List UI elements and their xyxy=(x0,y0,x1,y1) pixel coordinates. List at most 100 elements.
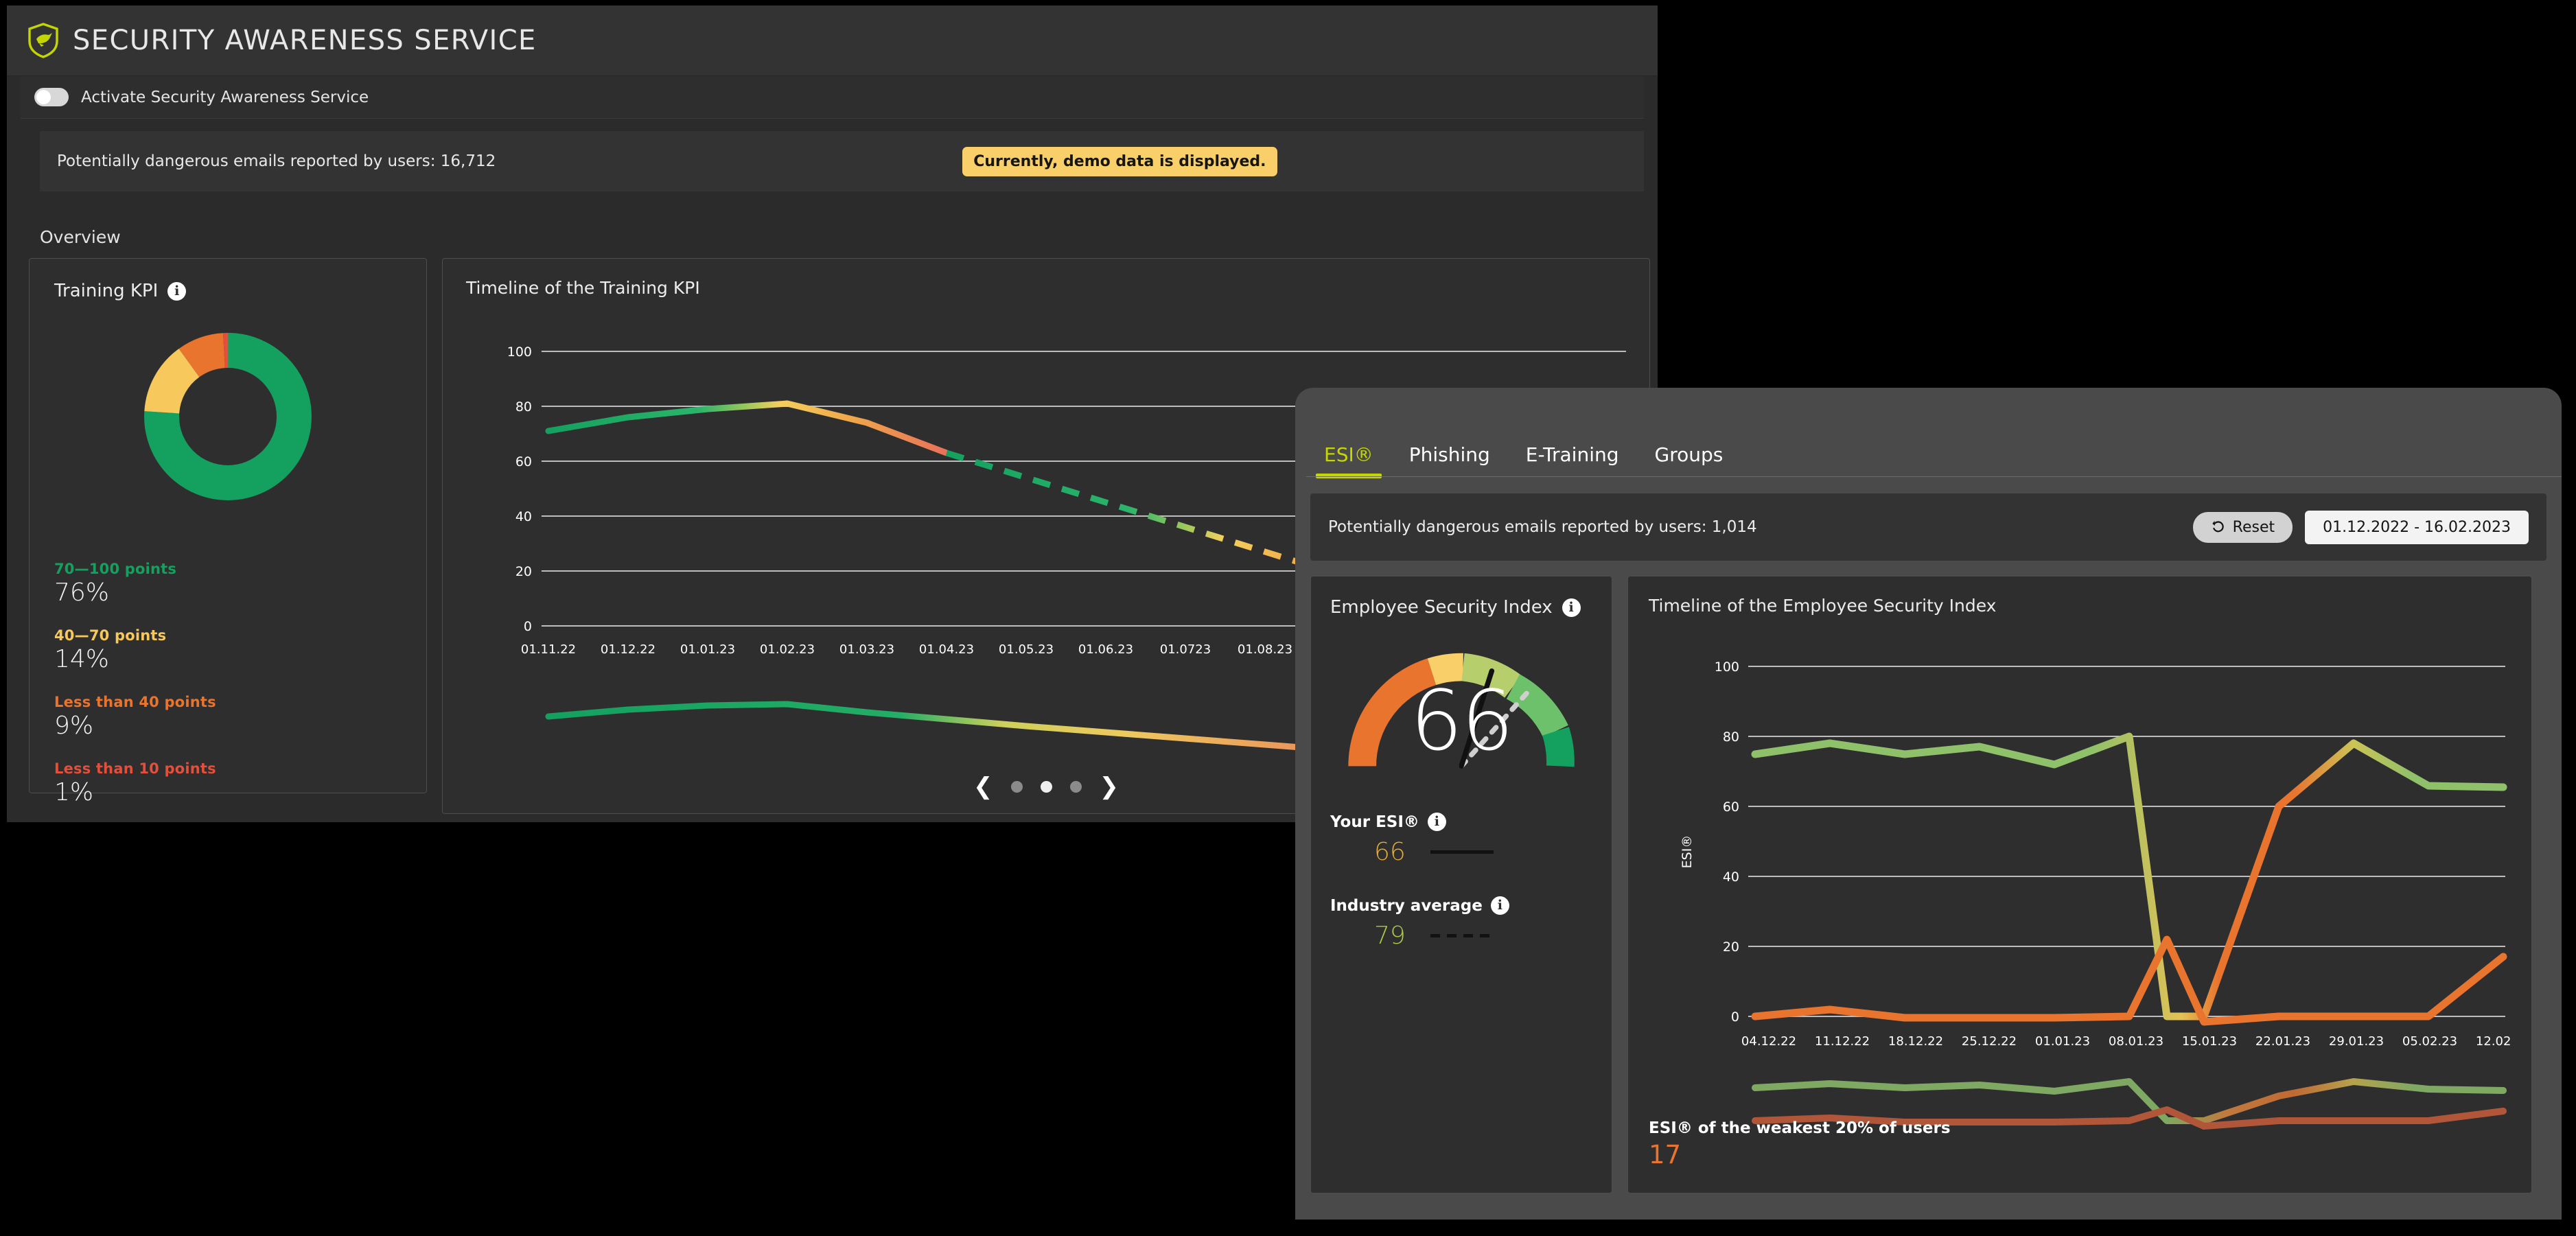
svg-text:01.11.22: 01.11.22 xyxy=(521,642,576,657)
svg-text:01.12.22: 01.12.22 xyxy=(601,642,655,657)
svg-text:01.06.23: 01.06.23 xyxy=(1078,642,1133,657)
solid-line-swatch xyxy=(1430,850,1494,854)
chevron-left-icon[interactable]: ❮ xyxy=(973,775,993,798)
app-titlebar: SECURITY AWARENESS SERVICE xyxy=(7,5,1658,76)
carousel-dot-3[interactable] xyxy=(1069,780,1082,793)
esi-y-axis-label: ESI® xyxy=(1680,835,1695,869)
esi-cards: Employee Security Index i 66 Your ESI® i… xyxy=(1310,576,2546,1193)
carousel-dot-1[interactable] xyxy=(1010,780,1023,793)
training-kpi-timeline-title: Timeline of the Training KPI xyxy=(466,278,700,298)
legend-item: Less than 40 points 9% xyxy=(54,694,402,740)
info-icon[interactable]: i xyxy=(1427,813,1446,831)
dashed-line-swatch xyxy=(1430,934,1494,937)
overview-heading: Overview xyxy=(40,227,121,247)
industry-average-value-row: 79 xyxy=(1330,922,1592,950)
reported-emails-text: Potentially dangerous emails reported by… xyxy=(57,152,496,170)
weakest-users-label: ESI® of the weakest 20% of users xyxy=(1649,1119,1951,1137)
carousel-dot-2[interactable] xyxy=(1040,780,1052,793)
esi-timeline-title: Timeline of the Employee Security Index xyxy=(1649,596,1997,616)
svg-text:01.08.23: 01.08.23 xyxy=(1238,642,1292,657)
tab-esi-label: ESI® xyxy=(1324,443,1373,466)
svg-text:60: 60 xyxy=(515,454,532,469)
svg-text:80: 80 xyxy=(515,399,532,415)
industry-average-value: 79 xyxy=(1374,922,1406,950)
svg-text:100: 100 xyxy=(507,345,532,360)
kpi-trend-solid xyxy=(545,400,950,456)
y-axis-ticks: 100 80 60 40 20 0 xyxy=(507,345,532,634)
activate-service-label: Activate Security Awareness Service xyxy=(81,88,369,106)
legend-label: 40—70 points xyxy=(54,627,167,644)
x-axis-ticks: 01.11.22 01.12.22 01.01.23 01.02.23 01.0… xyxy=(521,642,1362,657)
tab-phishing-label: Phishing xyxy=(1408,443,1490,466)
shield-hornet-icon xyxy=(28,23,58,58)
legend-item: 40—70 points 14% xyxy=(54,627,402,673)
legend-value: 76% xyxy=(54,579,110,607)
esi-title-row: Employee Security Index i xyxy=(1330,597,1592,618)
training-kpi-legend: 70—100 points 76% 40—70 points 14% Less … xyxy=(54,561,402,806)
svg-text:11.12.22: 11.12.22 xyxy=(1815,1034,1870,1049)
demo-data-badge: Currently, demo data is displayed. xyxy=(962,146,1277,176)
tab-bar: ESI® Phishing E-Training Groups xyxy=(1295,388,2562,478)
legend-label: 70—100 points xyxy=(54,561,177,577)
legend-label: Less than 10 points xyxy=(54,760,216,777)
tab-e-training[interactable]: E-Training xyxy=(1508,443,1637,478)
esi-weakest-series xyxy=(1751,935,2507,1026)
legend-item: Less than 10 points 1% xyxy=(54,760,402,806)
svg-text:01.05.23: 01.05.23 xyxy=(999,642,1054,657)
your-esi-value-row: 66 xyxy=(1330,838,1592,866)
industry-average-label: Industry average xyxy=(1330,896,1483,915)
legend-value: 14% xyxy=(54,645,110,673)
kpi-mini-trend xyxy=(545,701,1428,760)
svg-text:100: 100 xyxy=(1715,660,1739,675)
tab-phishing[interactable]: Phishing xyxy=(1391,443,1508,478)
weakest-users-value: 17 xyxy=(1649,1140,1682,1169)
info-icon[interactable]: i xyxy=(1490,896,1509,915)
front-toolbar: Reset 01.12.2022 - 16.02.2023 xyxy=(2192,510,2529,544)
activate-service-row[interactable]: Activate Security Awareness Service xyxy=(21,76,1644,119)
gauge-band-yellow xyxy=(1427,653,1463,686)
screenshot-stage: SECURITY AWARENESS SERVICE Activate Secu… xyxy=(0,0,2576,1236)
svg-text:18.12.22: 18.12.22 xyxy=(1888,1034,1943,1049)
svg-text:40: 40 xyxy=(1723,870,1739,885)
svg-text:01.03.23: 01.03.23 xyxy=(839,642,894,657)
info-icon[interactable]: i xyxy=(167,281,187,301)
front-window-body: Potentially dangerous emails reported by… xyxy=(1295,478,2562,1193)
legend-item: 70—100 points 76% xyxy=(54,561,402,607)
tab-esi[interactable]: ESI® xyxy=(1306,443,1391,478)
esi-gauge: 66 xyxy=(1330,638,1592,782)
svg-text:08.01.23: 08.01.23 xyxy=(2109,1034,2163,1049)
industry-average-stat: Industry average i 79 xyxy=(1330,896,1592,950)
reset-button[interactable]: Reset xyxy=(2192,511,2293,543)
svg-text:12.02.23: 12.02.23 xyxy=(2476,1034,2512,1049)
your-esi-value: 66 xyxy=(1374,838,1406,866)
legend-value: 9% xyxy=(54,712,94,740)
esi-detail-window: ESI® Phishing E-Training Groups Potentia… xyxy=(1295,388,2562,1220)
y-axis-ticks: 100 80 60 40 20 0 xyxy=(1715,660,1739,1025)
employee-security-index-card: Employee Security Index i 66 Your ESI® i… xyxy=(1310,576,1612,1193)
svg-text:15.01.23: 15.01.23 xyxy=(2182,1034,2237,1049)
svg-text:01.0723: 01.0723 xyxy=(1160,642,1211,657)
activate-service-toggle[interactable] xyxy=(34,88,69,106)
tab-groups[interactable]: Groups xyxy=(1637,443,1741,478)
esi-gauge-value: 66 xyxy=(1410,674,1514,769)
svg-text:25.12.22: 25.12.22 xyxy=(1962,1034,2017,1049)
x-axis-ticks: 04.12.22 11.12.22 18.12.22 25.12.22 01.0… xyxy=(1741,1034,2531,1049)
legend-label: Less than 40 points xyxy=(54,694,216,710)
svg-text:29.01.23: 29.01.23 xyxy=(2329,1034,2384,1049)
industry-average-label-row: Industry average i xyxy=(1330,896,1592,915)
tab-groups-label: Groups xyxy=(1654,443,1724,466)
training-kpi-title: Training KPI xyxy=(54,281,159,301)
reported-emails-bar: Potentially dangerous emails reported by… xyxy=(40,131,1644,191)
svg-text:01.02.23: 01.02.23 xyxy=(760,642,815,657)
toggle-knob xyxy=(36,90,51,104)
svg-text:60: 60 xyxy=(1723,800,1739,815)
page-title: SECURITY AWARENESS SERVICE xyxy=(73,25,537,56)
date-range-picker[interactable]: 01.12.2022 - 16.02.2023 xyxy=(2305,510,2529,544)
svg-text:01.01.23: 01.01.23 xyxy=(680,642,735,657)
svg-text:40: 40 xyxy=(515,509,532,524)
weakest-users-stat: ESI® of the weakest 20% of users 17 xyxy=(1649,1119,1951,1169)
legend-value: 1% xyxy=(54,778,94,806)
front-reported-bar: Potentially dangerous emails reported by… xyxy=(1310,493,2546,561)
chevron-right-icon[interactable]: ❯ xyxy=(1100,775,1119,798)
info-icon[interactable]: i xyxy=(1562,598,1581,617)
